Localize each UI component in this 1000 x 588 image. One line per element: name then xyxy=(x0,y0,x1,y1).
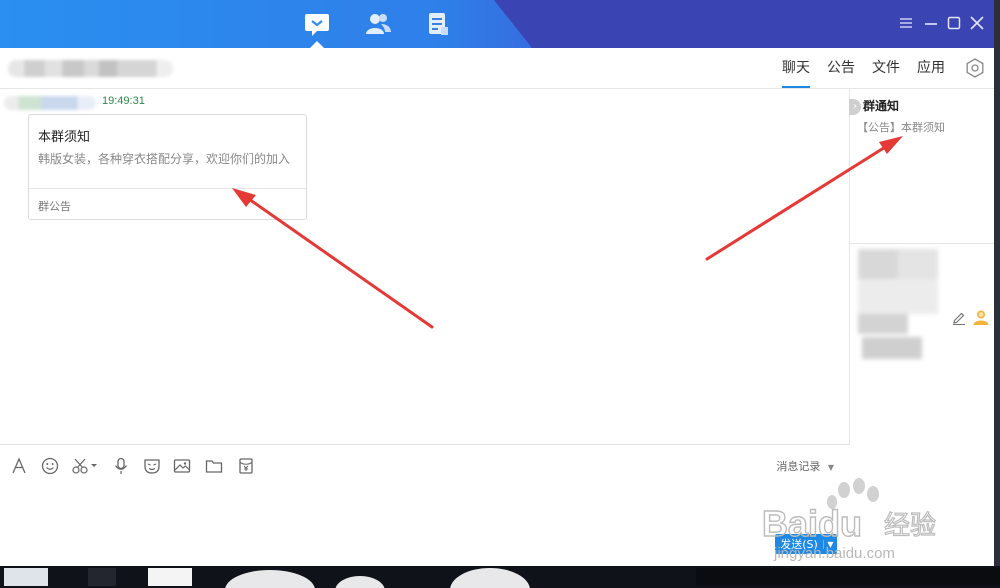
chat-header: 聊天 公告 文件 应用 xyxy=(0,48,994,89)
chat-tabs: 聊天 公告 文件 应用 xyxy=(782,48,994,88)
group-side-panel: › 群通知 【公告】本群须知 xyxy=(849,89,994,566)
title-bar xyxy=(0,0,994,48)
announcement-card[interactable]: 本群须知 韩版女装，各种穿衣搭配分享，欢迎你们的加入 群公告 xyxy=(28,114,307,220)
message-input[interactable]: 发送(S) ▼ xyxy=(0,484,850,566)
message-list[interactable]: 19:49:31 本群须知 韩版女装，各种穿衣搭配分享，欢迎你们的加入 群公告 xyxy=(0,89,850,444)
taskbar xyxy=(0,566,1000,588)
minimize-icon[interactable] xyxy=(922,14,940,32)
taskbar-thumbnail[interactable] xyxy=(88,568,116,586)
chat-window: 聊天 公告 文件 应用 19:49:31 本群须知 韩版女装，各种穿衣搭配分享，… xyxy=(0,0,994,566)
close-icon[interactable] xyxy=(968,14,986,32)
send-options-icon[interactable]: ▼ xyxy=(823,539,837,549)
screenshot-icon[interactable] xyxy=(71,456,99,476)
announcement-footer: 群公告 xyxy=(29,188,306,219)
message-history-button[interactable]: 消息记录 ▼ xyxy=(776,458,834,474)
message-timestamp: 19:49:31 xyxy=(102,95,145,107)
mask-icon[interactable] xyxy=(142,456,162,476)
desktop-edge xyxy=(994,0,1000,566)
font-icon[interactable] xyxy=(9,456,29,476)
emoji-icon[interactable] xyxy=(40,456,60,476)
tab-files[interactable]: 文件 xyxy=(872,48,900,88)
taskbar-tray xyxy=(696,568,1000,586)
input-toolbar: 消息记录 ▼ xyxy=(0,444,850,484)
voice-icon[interactable] xyxy=(111,456,131,476)
group-notice-title: 群通知 xyxy=(863,99,900,113)
announcement-content: 韩版女装，各种穿衣搭配分享，欢迎你们的加入 xyxy=(38,152,291,166)
edit-icon[interactable] xyxy=(951,310,967,326)
desktop-wallpaper-shape xyxy=(335,576,385,588)
folder-icon[interactable] xyxy=(204,456,224,476)
chevron-down-icon: ▼ xyxy=(827,463,834,472)
announcement-footer-label: 群公告 xyxy=(38,200,71,213)
announcement-title: 本群须知 xyxy=(38,130,91,145)
tab-chat[interactable]: 聊天 xyxy=(782,48,810,88)
tab-announcement[interactable]: 公告 xyxy=(827,48,855,88)
taskbar-thumbnail[interactable] xyxy=(148,568,192,586)
active-nav-indicator xyxy=(310,41,324,48)
tab-apps[interactable]: 应用 xyxy=(917,48,945,88)
image-icon[interactable] xyxy=(172,456,192,476)
notes-icon[interactable] xyxy=(424,10,452,38)
user-avatar-icon[interactable] xyxy=(972,308,990,326)
settings-icon[interactable] xyxy=(964,57,986,79)
member-list-redacted xyxy=(858,249,938,361)
send-button[interactable]: 发送(S) ▼ xyxy=(775,534,837,554)
chat-icon[interactable] xyxy=(303,10,331,38)
group-name-redacted xyxy=(8,60,173,77)
sender-name-redacted xyxy=(4,96,96,110)
maximize-icon[interactable] xyxy=(945,14,963,32)
contacts-icon[interactable] xyxy=(364,10,392,38)
desktop-wallpaper-shape xyxy=(450,568,530,588)
redpacket-icon[interactable] xyxy=(236,456,256,476)
desktop-wallpaper-shape xyxy=(225,570,315,588)
collapse-panel-icon[interactable]: › xyxy=(849,99,861,115)
menu-icon[interactable] xyxy=(897,14,915,32)
group-notice-item[interactable]: 【公告】本群须知 xyxy=(857,119,945,135)
group-notice-section: › 群通知 【公告】本群须知 xyxy=(849,89,994,244)
taskbar-thumbnail[interactable] xyxy=(4,568,48,586)
